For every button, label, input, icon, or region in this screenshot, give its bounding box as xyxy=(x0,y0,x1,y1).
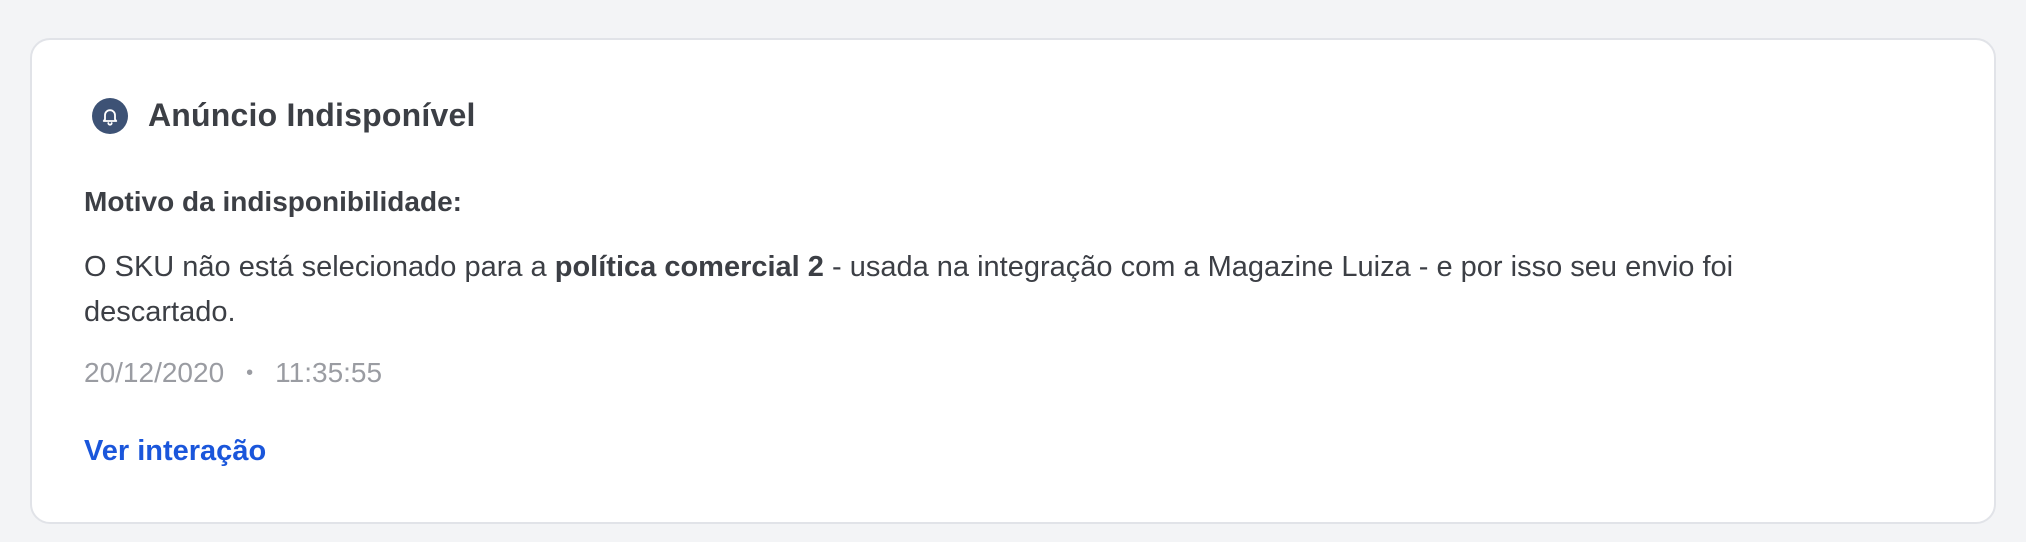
message-text-before: O SKU não está selecionado para a xyxy=(84,251,555,283)
reason-label: Motivo da indisponibilidade: xyxy=(84,186,462,217)
reason-message: O SKU não está selecionado para a políti… xyxy=(84,245,1884,335)
notification-header: Anúncio Indisponível xyxy=(92,97,476,134)
notification-card: Anúncio Indisponível Motivo da indisponi… xyxy=(30,38,1996,524)
bell-icon xyxy=(92,97,128,134)
notification-title: Anúncio Indisponível xyxy=(148,97,476,133)
time-text: 11:35:55 xyxy=(275,357,383,388)
separator-dot: • xyxy=(246,361,254,384)
date-text: 20/12/2020 xyxy=(84,357,225,388)
view-interaction-link[interactable]: Ver interação xyxy=(84,435,266,468)
timestamp: 20/12/2020 • 11:35:55 xyxy=(84,357,382,389)
message-text-bold: política comercial 2 xyxy=(554,251,824,283)
